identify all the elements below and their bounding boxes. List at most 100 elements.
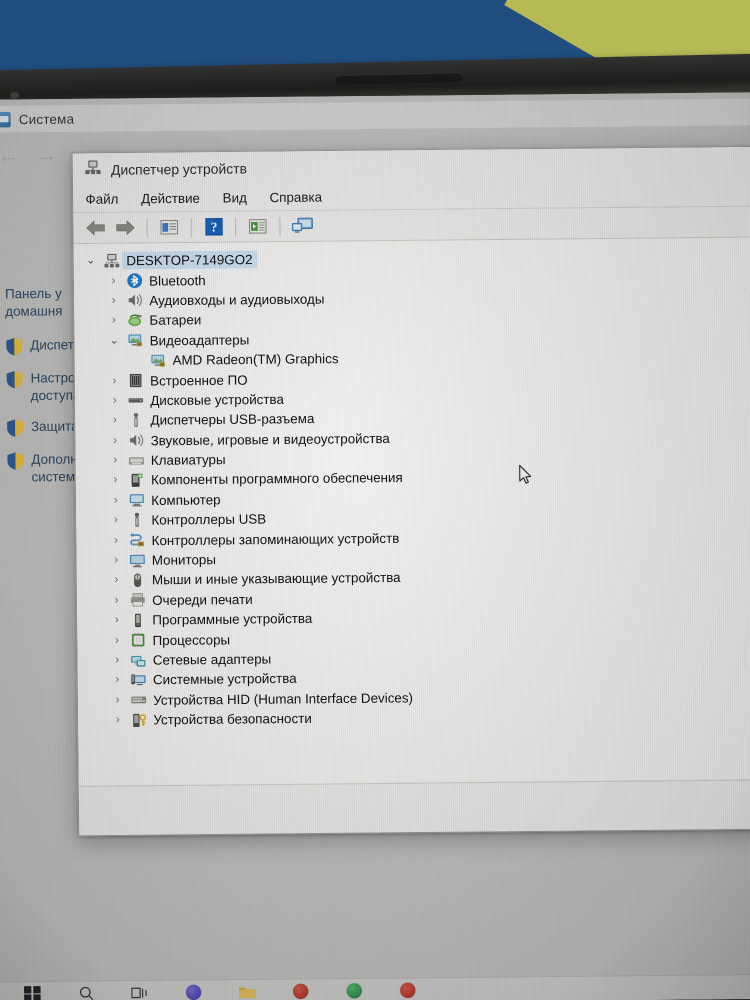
audio-icon (128, 432, 145, 449)
chevron-right-icon[interactable]: › (108, 394, 121, 406)
chevron-right-icon[interactable]: › (110, 654, 123, 666)
software-device-icon (130, 612, 147, 629)
device-manager-window[interactable]: Диспетчер устройств Файл Действие Вид Сп… (71, 145, 750, 837)
search-button[interactable] (59, 981, 113, 1000)
folder-icon (238, 987, 255, 998)
tree-item-label: Клавиатуры (150, 451, 226, 469)
mouse-cursor (519, 464, 534, 490)
toolbar-separator (190, 217, 192, 237)
printer-icon (129, 592, 146, 609)
keyboard-icon (128, 452, 145, 469)
chevron-right-icon[interactable]: › (111, 694, 124, 706)
update-driver-icon[interactable] (245, 215, 270, 238)
usb-controller-icon (129, 512, 146, 529)
shield-icon (6, 419, 24, 438)
tree-item-label: Батареи (149, 312, 202, 329)
app-icon (399, 982, 416, 999)
display-adapter-icon (150, 352, 167, 369)
tree-item-label: Видеоадаптеры (149, 331, 250, 349)
battery-icon (127, 312, 144, 329)
storage-controller-icon (129, 532, 146, 549)
tree-item-label: Компьютер (151, 491, 221, 508)
computer-node-icon (104, 253, 121, 270)
disk-drive-icon (128, 392, 145, 409)
scan-hardware-icon[interactable] (290, 215, 315, 238)
forward-icon[interactable] (112, 216, 137, 239)
menu-item-action[interactable]: Действие (141, 190, 200, 206)
tree-item-label: Контроллеры USB (151, 511, 267, 528)
chevron-down-icon[interactable]: ⌄ (107, 334, 120, 346)
chevron-right-icon[interactable]: › (110, 614, 123, 626)
chevron-right-icon[interactable]: › (109, 514, 122, 526)
tree-item-label: Системные устройства (152, 670, 297, 688)
menu-item-view[interactable]: Вид (223, 190, 247, 206)
app-icon (292, 983, 308, 1000)
tree-item-label: Процессоры (152, 631, 231, 648)
tree-item-label: Очереди печати (152, 591, 253, 608)
chevron-right-icon[interactable]: › (108, 434, 121, 446)
tree-item-label: Звуковые, игровые и видеоустройства (150, 430, 390, 449)
chevron-right-icon[interactable]: › (111, 674, 124, 686)
edge-button[interactable] (166, 980, 220, 1000)
chevron-right-icon[interactable]: › (107, 274, 120, 286)
toolbar-separator (146, 218, 148, 237)
control-panel-title: Система (18, 110, 75, 127)
windows-logo-icon (24, 985, 41, 1000)
computer-icon (129, 492, 146, 509)
menu-item-file[interactable]: Файл (85, 191, 118, 207)
app-button-red2[interactable] (380, 978, 434, 1000)
chevron-right-icon[interactable]: › (109, 454, 122, 466)
chevron-right-icon[interactable]: › (110, 634, 123, 646)
forward-icon[interactable]: → (36, 143, 58, 167)
chevron-right-icon[interactable]: › (110, 554, 123, 566)
security-device-icon (131, 712, 148, 729)
monitor-icon (129, 552, 146, 569)
device-manager-title: Диспетчер устройств (110, 160, 247, 178)
chevron-down-icon[interactable]: ⌄ (84, 254, 97, 266)
display-adapter-icon (127, 332, 144, 349)
chevron-right-icon[interactable]: › (111, 714, 124, 726)
control-panel-titlebar: Система (0, 98, 750, 133)
chevron-right-icon[interactable]: › (110, 574, 123, 586)
tree-item-label: Компоненты программного обеспечения (150, 470, 403, 489)
search-icon (79, 986, 93, 1000)
back-icon[interactable]: ← (0, 143, 19, 167)
toolbar-separator (235, 217, 237, 236)
tree-item-label: DESKTOP-7149GO2 (122, 250, 257, 270)
device-tree[interactable]: ⌄ DESKTOP-7149GO2 › Bluetooth › Аудиовходы и … (73, 237, 750, 811)
tree-item-label: Программные устройства (152, 610, 313, 628)
app-button-red[interactable] (273, 979, 327, 1000)
task-view-button[interactable] (113, 980, 167, 1000)
firmware-icon (127, 372, 144, 389)
tree-item-label: Устройства безопасности (153, 710, 312, 728)
chevron-right-icon[interactable]: › (109, 534, 122, 546)
chevron-right-icon[interactable]: › (110, 594, 123, 606)
shield-icon (6, 370, 24, 389)
webcam-icon (10, 91, 20, 100)
properties-icon[interactable] (157, 216, 182, 239)
shield-icon (5, 337, 23, 356)
chevron-right-icon[interactable]: › (109, 494, 122, 506)
chevron-right-icon[interactable]: › (108, 414, 121, 426)
usb-connector-icon (128, 412, 145, 429)
hid-icon (130, 692, 147, 709)
tree-item-label: Дисковые устройства (150, 391, 284, 409)
tree-item-label: Мыши и иные указывающие устройства (151, 570, 401, 588)
control-panel-icon (0, 111, 11, 127)
edge-icon (185, 984, 201, 1000)
help-icon[interactable]: ? (201, 215, 226, 238)
app-button-green[interactable] (327, 978, 381, 1000)
chevron-right-icon[interactable]: › (107, 314, 120, 326)
chevron-right-icon[interactable]: › (107, 294, 120, 306)
network-adapter-icon (130, 652, 147, 669)
tree-item-label: Устройства HID (Human Interface Devices) (153, 689, 414, 708)
chevron-right-icon[interactable]: › (109, 474, 122, 486)
device-manager-statusbar (78, 778, 750, 811)
menu-item-help[interactable]: Справка (269, 189, 322, 205)
file-explorer-button[interactable] (220, 979, 274, 1000)
start-button[interactable] (5, 981, 59, 1000)
bluetooth-icon (126, 272, 143, 289)
processor-icon (130, 632, 147, 649)
chevron-right-icon[interactable]: › (108, 374, 121, 386)
back-icon[interactable] (83, 217, 108, 240)
